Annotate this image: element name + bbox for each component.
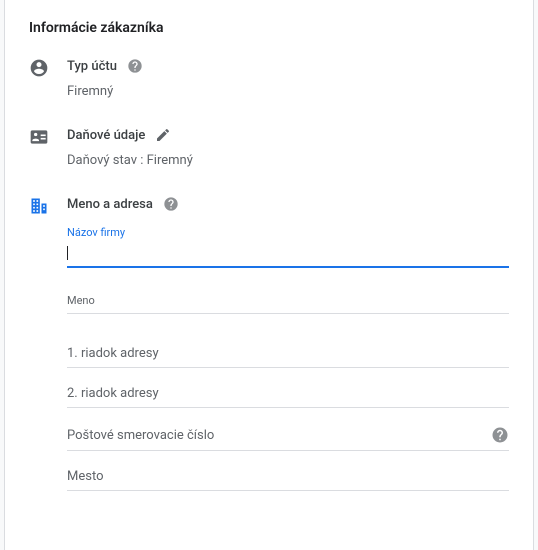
help-icon[interactable] <box>127 58 143 74</box>
person-icon <box>29 58 49 78</box>
pencil-icon[interactable] <box>155 127 171 143</box>
id-card-icon <box>29 127 49 147</box>
address-line2-field[interactable]: 2. riadok adresy <box>67 368 509 408</box>
account-type-value: Firemný <box>67 84 509 99</box>
help-icon[interactable] <box>491 426 509 444</box>
tax-section: Daňové údaje Daňový stav : Firemný <box>29 127 509 168</box>
address-label: Meno a adresa <box>67 197 153 212</box>
company-name-input[interactable] <box>67 241 509 268</box>
customer-info-card: Informácie zákazníka Typ účtu Firemný Da… <box>4 0 534 550</box>
section-title: Informácie zákazníka <box>29 20 509 36</box>
tax-status: Daňový stav : Firemný <box>67 153 509 168</box>
tax-label: Daňové údaje <box>67 128 145 143</box>
account-type-section: Typ účtu Firemný <box>29 58 509 99</box>
text-cursor <box>67 246 68 260</box>
name-field[interactable]: Meno <box>67 290 509 314</box>
postal-code-field[interactable]: Poštové smerovacie číslo <box>67 408 509 451</box>
address-section: Meno a adresa Názov firmy Meno 1. riadok… <box>29 196 509 491</box>
city-field[interactable]: Mesto <box>67 451 509 491</box>
company-name-label: Názov firmy <box>67 226 509 239</box>
company-name-field[interactable]: Názov firmy <box>67 226 509 268</box>
address-line1-field[interactable]: 1. riadok adresy <box>67 328 509 368</box>
help-icon[interactable] <box>163 196 179 212</box>
account-type-label: Typ účtu <box>67 59 117 74</box>
building-icon <box>29 196 49 216</box>
